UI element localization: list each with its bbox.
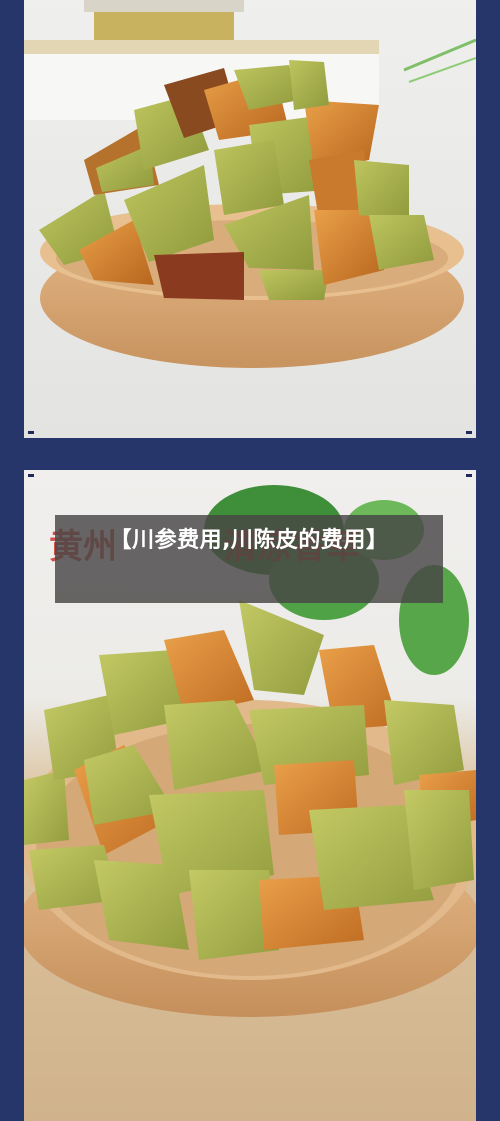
panel-corner-mark: [466, 474, 472, 477]
article-title: 【川参费用,川陈皮的费用】: [109, 528, 389, 553]
product-photo-top: [24, 0, 476, 438]
panel-corner-mark: [28, 474, 34, 477]
panel-corner-mark: [28, 431, 34, 434]
panel-corner-mark: [466, 431, 472, 434]
article-title-overlay: 【川参费用,川陈皮的费用】: [55, 515, 443, 603]
